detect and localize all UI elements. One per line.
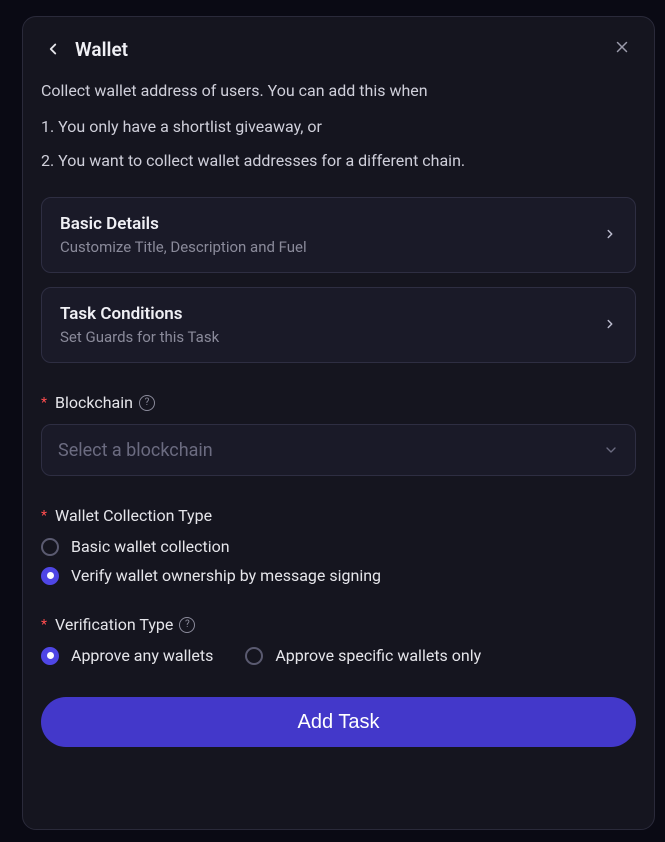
basic-details-card[interactable]: Basic Details Customize Title, Descripti…: [41, 197, 636, 273]
radio-indicator: [41, 567, 59, 585]
close-icon: [613, 38, 631, 56]
collection-type-label-text: Wallet Collection Type: [55, 506, 212, 525]
radio-indicator: [245, 647, 263, 665]
radio-verify-ownership[interactable]: Verify wallet ownership by message signi…: [41, 566, 636, 585]
required-indicator: *: [41, 617, 47, 633]
basic-details-text: Basic Details Customize Title, Descripti…: [60, 214, 307, 256]
task-conditions-card[interactable]: Task Conditions Set Guards for this Task: [41, 287, 636, 363]
blockchain-select[interactable]: Select a blockchain: [41, 424, 636, 476]
back-button[interactable]: [41, 37, 65, 61]
radio-approve-any[interactable]: Approve any wallets: [41, 646, 213, 665]
task-conditions-subtitle: Set Guards for this Task: [60, 328, 219, 346]
required-indicator: *: [41, 508, 47, 524]
radio-label: Approve specific wallets only: [275, 646, 481, 665]
blockchain-label-text: Blockchain: [55, 393, 133, 412]
intro-description: Collect wallet address of users. You can…: [41, 79, 636, 103]
blockchain-field: * Blockchain ? Select a blockchain: [41, 393, 636, 476]
chevron-down-icon: [603, 442, 619, 458]
required-indicator: *: [41, 395, 47, 411]
basic-details-subtitle: Customize Title, Description and Fuel: [60, 238, 307, 256]
radio-indicator: [41, 647, 59, 665]
modal-title: Wallet: [75, 38, 128, 61]
wallet-modal: Wallet Collect wallet address of users. …: [22, 16, 655, 830]
task-conditions-text: Task Conditions Set Guards for this Task: [60, 304, 219, 346]
collection-type-radio-group: Basic wallet collection Verify wallet ow…: [41, 537, 636, 585]
blockchain-placeholder: Select a blockchain: [58, 440, 213, 461]
close-button[interactable]: [608, 33, 636, 61]
collection-type-field: * Wallet Collection Type Basic wallet co…: [41, 506, 636, 585]
verification-type-field: * Verification Type ? Approve any wallet…: [41, 615, 636, 665]
intro-point-1: 1. You only have a shortlist giveaway, o…: [41, 115, 636, 139]
help-icon[interactable]: ?: [139, 395, 155, 411]
verification-type-label: * Verification Type ?: [41, 615, 636, 634]
basic-details-title: Basic Details: [60, 214, 307, 234]
radio-label: Approve any wallets: [71, 646, 213, 665]
add-task-button[interactable]: Add Task: [41, 697, 636, 747]
intro-point-2: 2. You want to collect wallet addresses …: [41, 149, 636, 173]
chevron-right-icon: [603, 226, 617, 245]
collection-type-label: * Wallet Collection Type: [41, 506, 636, 525]
radio-label: Basic wallet collection: [71, 537, 230, 556]
radio-approve-specific[interactable]: Approve specific wallets only: [245, 646, 481, 665]
verification-type-label-text: Verification Type: [55, 615, 173, 634]
modal-header: Wallet: [41, 37, 636, 61]
radio-indicator: [41, 538, 59, 556]
blockchain-label: * Blockchain ?: [41, 393, 636, 412]
task-conditions-title: Task Conditions: [60, 304, 219, 324]
chevron-right-icon: [603, 316, 617, 335]
help-icon[interactable]: ?: [179, 617, 195, 633]
radio-basic-collection[interactable]: Basic wallet collection: [41, 537, 636, 556]
chevron-left-icon: [44, 40, 62, 58]
verification-type-radio-group: Approve any wallets Approve specific wal…: [41, 646, 636, 665]
radio-label: Verify wallet ownership by message signi…: [71, 566, 381, 585]
